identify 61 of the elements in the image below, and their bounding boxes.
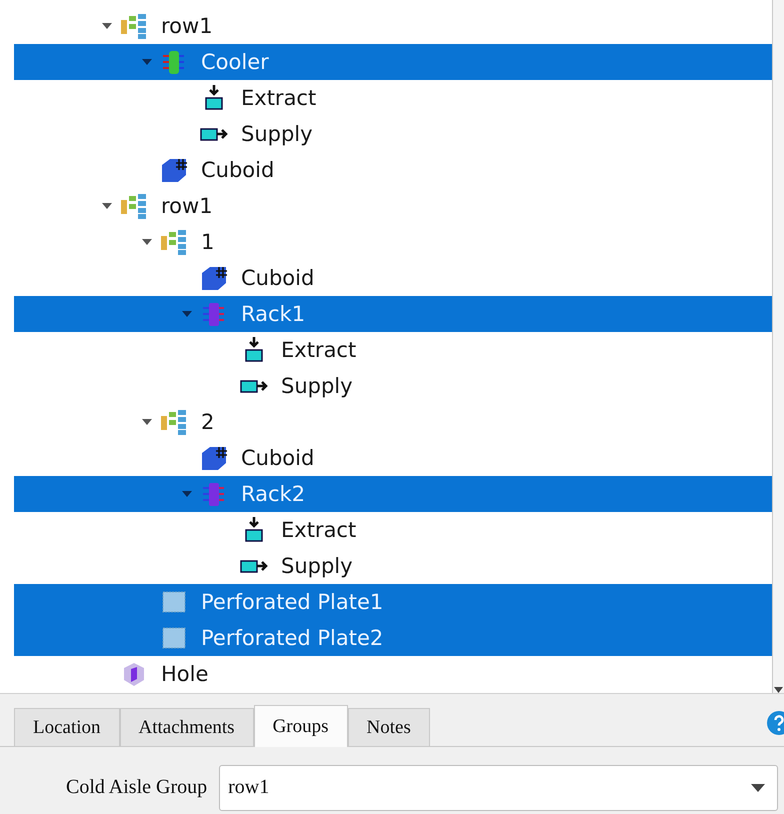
cuboid-icon: [159, 156, 189, 184]
tree-item[interactable]: Extract: [14, 80, 772, 116]
tree-item[interactable]: 1: [14, 224, 772, 260]
group-icon: [119, 192, 149, 220]
collapse-arrow-icon[interactable]: [141, 57, 153, 67]
tree-item-label: 1: [201, 230, 214, 254]
tree-item-label: Supply: [281, 374, 353, 398]
tree-item[interactable]: Supply: [14, 368, 772, 404]
tree-item-label: row1: [161, 14, 213, 38]
dropdown-arrow-icon: [751, 784, 765, 792]
tree-item[interactable]: 2: [14, 404, 772, 440]
tree-item-label: Cuboid: [241, 266, 314, 290]
tree-item[interactable]: Hole: [14, 656, 772, 692]
cuboid-icon: [199, 444, 229, 472]
scrollbar[interactable]: [772, 0, 784, 693]
collapse-arrow-icon[interactable]: [101, 21, 113, 31]
tree-item[interactable]: Cuboid: [14, 260, 772, 296]
tree-item-label: Rack1: [241, 302, 306, 326]
tab[interactable]: Notes: [348, 708, 430, 746]
collapse-arrow-icon[interactable]: [181, 309, 193, 319]
tree-item-label: row1: [161, 194, 213, 218]
tree-item-label: Extract: [281, 518, 356, 542]
group-icon: [159, 408, 189, 436]
group-icon: [159, 228, 189, 256]
tree-item[interactable]: Cuboid: [14, 152, 772, 188]
tree-item-label: Supply: [241, 122, 313, 146]
collapse-arrow-icon[interactable]: [101, 201, 113, 211]
tree-item[interactable]: Rack2: [14, 476, 772, 512]
tree-item[interactable]: row1: [14, 188, 772, 224]
field-label: Cold Aisle Group: [66, 776, 208, 799]
tree-item[interactable]: Cuboid: [14, 440, 772, 476]
collapse-arrow-icon[interactable]: [181, 489, 193, 499]
tree-item[interactable]: Extract: [14, 512, 772, 548]
tree-item[interactable]: Extract: [14, 332, 772, 368]
splitter-handle[interactable]: [0, 693, 784, 704]
tab[interactable]: Location: [14, 708, 120, 746]
group-icon: [119, 12, 149, 40]
tree-item-label: Cooler: [201, 50, 269, 74]
tree-item[interactable]: Perforated Plate1: [14, 584, 772, 620]
tree-item-label: Extract: [241, 86, 316, 110]
tab[interactable]: Groups: [254, 705, 348, 747]
tab[interactable]: Attachments: [120, 708, 254, 746]
tree-item-label: 2: [201, 410, 214, 434]
tree-item-label: Supply: [281, 554, 353, 578]
cuboid-icon: [199, 264, 229, 292]
tree-item[interactable]: Supply: [14, 116, 772, 152]
tree-item-label: Rack2: [241, 482, 306, 506]
collapse-arrow-icon[interactable]: [141, 237, 153, 247]
tree-item[interactable]: row1: [14, 8, 772, 44]
tree-item-label: Cuboid: [241, 446, 314, 470]
tree-item[interactable]: Cooler: [14, 44, 772, 80]
tree-item-label: Perforated Plate1: [201, 590, 384, 614]
cold-aisle-group-dropdown[interactable]: row1: [219, 764, 778, 810]
tree-item-label: Hole: [161, 662, 208, 686]
tree-item[interactable]: Supply: [14, 548, 772, 584]
collapse-arrow-icon[interactable]: [141, 417, 153, 427]
tree-item-label: Extract: [281, 338, 356, 362]
tree-item[interactable]: Perforated Plate2: [14, 620, 772, 656]
tree-item-label: Perforated Plate2: [201, 626, 384, 650]
tree-item-label: Cuboid: [201, 158, 274, 182]
tree-item[interactable]: Rack1: [14, 296, 772, 332]
